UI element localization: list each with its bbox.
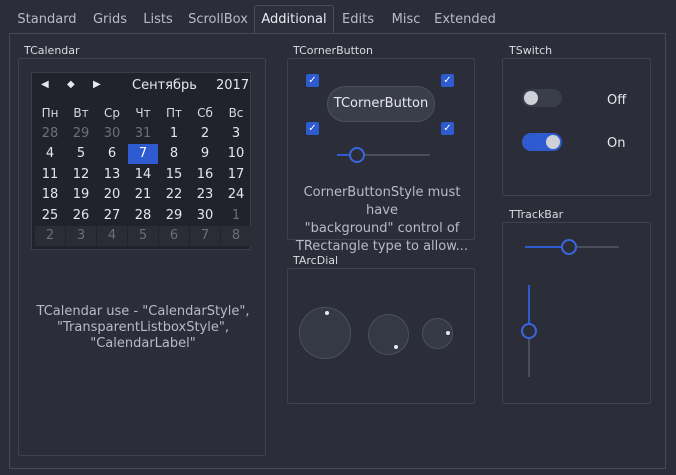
tab-extended[interactable]: Extended: [432, 10, 498, 30]
calendar-day[interactable]: 27: [97, 206, 127, 226]
calendar-day[interactable]: 28: [128, 206, 158, 226]
tab-edits[interactable]: Edits: [336, 10, 380, 30]
calendar-weekday: Сб: [197, 106, 213, 120]
calendar-weekday: Вт: [73, 106, 89, 120]
calendar-day[interactable]: 13: [97, 165, 127, 185]
calendar-day[interactable]: 12: [66, 165, 96, 185]
calendar-day[interactable]: 20: [97, 185, 127, 205]
switch-on-label: On: [607, 136, 626, 151]
calendar-month: Сентябрь: [132, 78, 197, 93]
calendar-day[interactable]: 3: [221, 124, 251, 144]
calendar-day[interactable]: 16: [190, 165, 220, 185]
vertical-trackbar-thumb[interactable]: [521, 323, 537, 339]
calendar-day[interactable]: 4: [97, 226, 127, 246]
calendar-day[interactable]: 1: [159, 124, 189, 144]
arc-dial-indicator: [446, 331, 450, 335]
calendar-day[interactable]: 5: [66, 144, 96, 164]
calendar-description-line: "CalendarLabel": [90, 336, 196, 351]
prev-month-icon[interactable]: ◀: [41, 79, 49, 90]
switch-group-box: [502, 58, 651, 196]
arc-dial-large[interactable]: [299, 307, 351, 359]
calendar-weekday: Чт: [135, 106, 151, 120]
checkbox-top-left[interactable]: ✓: [306, 74, 319, 87]
calendar-day[interactable]: 29: [66, 124, 96, 144]
arc-dial-indicator: [394, 345, 398, 349]
calendar-day[interactable]: 2: [35, 226, 65, 246]
calendar-year: 2017: [216, 78, 250, 93]
checkbox-bottom-left[interactable]: ✓: [306, 122, 319, 135]
calendar: ◀ ◆ ▶ Сентябрь 2017 Пн Вт Ср Чт Пт Сб Вс 28 29 30…: [31, 72, 251, 250]
calendar-day[interactable]: 1: [221, 206, 251, 226]
checkbox-top-right[interactable]: ✓: [441, 74, 454, 87]
switch-on[interactable]: [522, 133, 562, 151]
calendar-day[interactable]: 5: [128, 226, 158, 246]
tab-standard[interactable]: Standard: [12, 10, 82, 30]
calendar-description: TCalendar use - "CalendarStyle", "Transp…: [30, 304, 256, 352]
arcdial-group-label: TArcDial: [293, 254, 339, 267]
tab-grids[interactable]: Grids: [86, 10, 134, 30]
calendar-day[interactable]: 9: [190, 144, 220, 164]
switch-off-label: Off: [607, 93, 627, 108]
cornerbutton-description-line: "background" control of: [304, 221, 460, 236]
calendar-header: ◀ ◆ ▶ Сентябрь 2017: [32, 73, 250, 99]
calendar-day[interactable]: 7: [128, 144, 158, 164]
calendar-day[interactable]: 11: [35, 165, 65, 185]
calendar-day[interactable]: 30: [190, 206, 220, 226]
calendar-day[interactable]: 29: [159, 206, 189, 226]
calendar-day[interactable]: 14: [128, 165, 158, 185]
calendar-day[interactable]: 31: [128, 124, 158, 144]
calendar-day[interactable]: 15: [159, 165, 189, 185]
today-icon[interactable]: ◆: [67, 79, 75, 90]
calendar-day[interactable]: 25: [35, 206, 65, 226]
calendar-description-line: "TransparentListboxStyle",: [57, 320, 229, 335]
checkbox-bottom-right[interactable]: ✓: [441, 122, 454, 135]
tab-misc[interactable]: Misc: [386, 10, 426, 30]
tab-scrollbox[interactable]: ScrollBox: [184, 10, 252, 30]
calendar-day[interactable]: 4: [35, 144, 65, 164]
arc-dial-medium[interactable]: [368, 314, 409, 355]
calendar-day[interactable]: 19: [66, 185, 96, 205]
calendar-day[interactable]: 17: [221, 165, 251, 185]
calendar-group-label: TCalendar: [24, 44, 80, 57]
calendar-day[interactable]: 10: [221, 144, 251, 164]
calendar-day[interactable]: 2: [190, 124, 220, 144]
calendar-day[interactable]: 8: [159, 144, 189, 164]
next-month-icon[interactable]: ▶: [93, 79, 101, 90]
calendar-day[interactable]: 26: [66, 206, 96, 226]
calendar-day[interactable]: 28: [35, 124, 65, 144]
calendar-day[interactable]: 23: [190, 185, 220, 205]
calendar-day[interactable]: 6: [159, 226, 189, 246]
calendar-weekday: Вс: [228, 106, 244, 120]
arc-dial-small[interactable]: [422, 318, 453, 349]
calendar-day[interactable]: 21: [128, 185, 158, 205]
calendar-day[interactable]: 24: [221, 185, 251, 205]
calendar-day[interactable]: 30: [97, 124, 127, 144]
calendar-day[interactable]: 3: [66, 226, 96, 246]
arc-dial-indicator: [325, 311, 329, 315]
switch-off[interactable]: [522, 89, 562, 107]
cornerbutton-description-line: CornerButtonStyle must have: [303, 185, 461, 218]
cornerbutton-group-label: TCornerButton: [293, 44, 373, 57]
calendar-weekday: Ср: [104, 106, 120, 120]
calendar-day[interactable]: 8: [221, 226, 251, 246]
calendar-description-line: TCalendar use - "CalendarStyle",: [36, 304, 250, 319]
corner-button[interactable]: TCornerButton: [327, 86, 435, 122]
calendar-weekday: Пт: [165, 106, 182, 120]
calendar-day[interactable]: 22: [159, 185, 189, 205]
calendar-day[interactable]: 6: [97, 144, 127, 164]
tab-lists[interactable]: Lists: [138, 10, 178, 30]
cornerbutton-description: CornerButtonStyle must have "background"…: [290, 184, 474, 256]
calendar-weekday: Пн: [41, 106, 59, 120]
switch-knob: [524, 91, 538, 105]
switch-knob: [546, 135, 560, 149]
tab-additional[interactable]: Additional: [254, 5, 334, 34]
tab-bar: Standard Grids Lists ScrollBox Additiona…: [0, 0, 676, 34]
switch-group-label: TSwitch: [509, 44, 553, 57]
trackbar-group-label: TTrackBar: [509, 208, 564, 221]
calendar-day[interactable]: 18: [35, 185, 65, 205]
calendar-day[interactable]: 7: [190, 226, 220, 246]
